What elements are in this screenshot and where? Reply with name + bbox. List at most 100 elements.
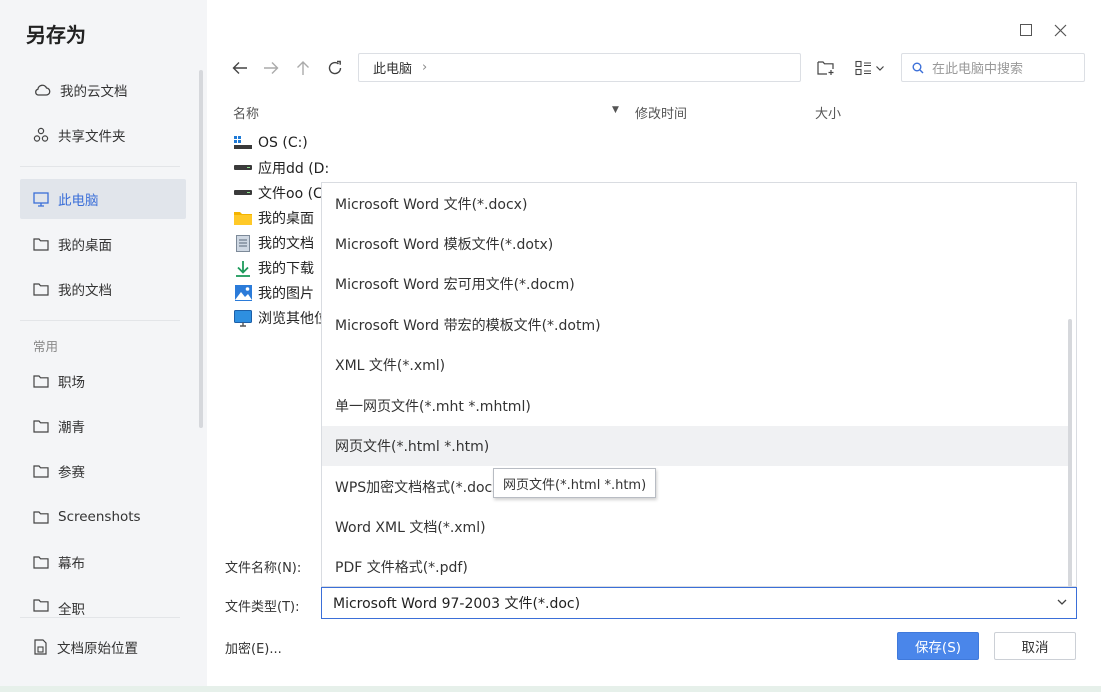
column-header-size[interactable]: 大小	[815, 103, 841, 122]
file-type-selected-value: Microsoft Word 97-2003 文件(*.doc)	[333, 596, 581, 612]
dialog-title: 另存为	[26, 23, 86, 47]
sidebar-item-label: 文档原始位置	[57, 641, 138, 657]
file-type-option-html[interactable]: 网页文件(*.html *.htm)	[322, 426, 1070, 466]
search-input[interactable]: 在此电脑中搜索	[932, 58, 1023, 77]
sidebar-item-cloud-docs[interactable]: 我的云文档	[20, 70, 186, 110]
search-icon	[912, 62, 924, 73]
file-row-downloads[interactable]: 我的下载	[234, 256, 329, 280]
sidebar-item-folder[interactable]: 全职	[20, 587, 186, 615]
file-type-option-docx[interactable]: Microsoft Word 文件(*.docx)	[322, 184, 1070, 224]
drive-icon	[234, 159, 252, 177]
sidebar-item-label: Screenshots	[58, 509, 141, 525]
folder-icon	[33, 511, 49, 524]
sidebar-item-folder[interactable]: 潮青	[20, 406, 186, 446]
file-type-option-dotm[interactable]: Microsoft Word 带宏的模板文件(*.dotm)	[322, 305, 1070, 345]
sidebar-item-label: 共享文件夹	[58, 129, 126, 145]
address-bar[interactable]: 此电脑 ›	[358, 53, 801, 82]
column-header-name[interactable]: 名称	[233, 103, 259, 122]
folder-icon	[33, 420, 49, 433]
file-row-drive-d[interactable]: 应用dd (D:)	[234, 156, 329, 180]
file-type-option-mht[interactable]: 单一网页文件(*.mht *.mhtml)	[322, 386, 1070, 426]
sidebar-item-folder[interactable]: 幕布	[20, 542, 186, 582]
new-folder-button[interactable]	[815, 56, 837, 80]
sort-arrow-icon[interactable]: ▼	[612, 105, 619, 115]
monitor-icon	[33, 191, 49, 207]
documents-icon	[234, 234, 252, 252]
sidebar-item-shared-folder[interactable]: 共享文件夹	[20, 115, 186, 155]
breadcrumb-this-pc[interactable]: 此电脑	[373, 58, 412, 77]
forward-button[interactable]	[259, 56, 283, 80]
divider	[20, 166, 180, 167]
column-header-modified[interactable]: 修改时间	[635, 103, 687, 122]
sidebar-item-my-desktop[interactable]: 我的桌面	[20, 224, 186, 264]
sidebar-item-this-pc[interactable]: 此电脑	[20, 179, 186, 219]
folder-icon	[33, 238, 49, 251]
cancel-button[interactable]: 取消	[994, 632, 1076, 660]
file-name: 文件oo (C	[258, 186, 323, 202]
file-row-os-c[interactable]: OS (C:)	[234, 131, 329, 155]
folder-icon	[33, 283, 49, 296]
file-type-option-docm[interactable]: Microsoft Word 宏可用文件(*.docm)	[322, 264, 1070, 304]
file-type-option-wps-encrypted[interactable]: WPS加密文档格式(*.docx)	[322, 467, 1070, 507]
computer-icon	[234, 309, 252, 327]
search-box[interactable]: 在此电脑中搜索	[901, 53, 1085, 82]
refresh-button[interactable]	[323, 56, 347, 80]
sidebar-item-label: 潮青	[58, 420, 85, 436]
sidebar-item-label: 幕布	[58, 556, 85, 572]
save-button[interactable]: 保存(S)	[897, 632, 979, 660]
maximize-button[interactable]	[1016, 20, 1036, 40]
folder-icon	[33, 375, 49, 388]
sidebar-item-label: 我的云文档	[60, 84, 128, 100]
filename-label: 文件名称(N):	[225, 561, 302, 576]
file-type-option-word-xml[interactable]: Word XML 文档(*.xml)	[322, 507, 1070, 547]
file-name: 浏览其他位	[258, 311, 328, 327]
sidebar-item-label: 我的文档	[58, 283, 112, 299]
file-type-select[interactable]: Microsoft Word 97-2003 文件(*.doc)	[321, 587, 1077, 619]
sidebar-item-folder[interactable]: 职场	[20, 361, 186, 401]
file-type-option-dotx[interactable]: Microsoft Word 模板文件(*.dotx)	[322, 224, 1070, 264]
file-type-option-xml[interactable]: XML 文件(*.xml)	[322, 345, 1070, 385]
sidebar-item-label: 全职	[58, 602, 85, 615]
sidebar-item-folder[interactable]: 参赛	[20, 451, 186, 491]
file-name: 我的下载	[258, 261, 314, 277]
encrypt-link[interactable]: 加密(E)...	[225, 638, 282, 657]
maximize-icon	[1020, 24, 1032, 36]
file-row-drive-e[interactable]: 文件oo (C	[234, 181, 329, 205]
drive-icon	[234, 184, 252, 202]
sidebar-group-label: 常用	[33, 339, 59, 354]
file-type-option-pdf[interactable]: PDF 文件格式(*.pdf)	[322, 547, 1070, 587]
up-button[interactable]	[291, 56, 315, 80]
arrow-right-icon	[264, 62, 279, 74]
file-name: 我的图片	[258, 286, 314, 302]
file-row-documents[interactable]: 我的文档	[234, 231, 329, 255]
share-icon	[33, 127, 49, 142]
list-view-icon	[855, 60, 871, 76]
back-button[interactable]	[228, 56, 252, 80]
file-row-pictures[interactable]: 我的图片	[234, 281, 329, 305]
sidebar-item-label: 此电脑	[58, 193, 99, 209]
sidebar-item-label: 参赛	[58, 465, 85, 481]
close-icon	[1054, 24, 1066, 36]
divider	[20, 320, 180, 321]
pictures-icon	[234, 284, 252, 302]
close-button[interactable]	[1050, 20, 1070, 40]
new-folder-icon	[817, 61, 834, 75]
refresh-icon	[328, 60, 342, 75]
chevron-down-icon	[1057, 599, 1067, 605]
sidebar-scrollbar[interactable]	[199, 70, 203, 428]
divider	[20, 617, 180, 618]
file-type-dropdown-list[interactable]: Microsoft Word 文件(*.docx) Microsoft Word…	[321, 182, 1077, 587]
file-name: 我的文档	[258, 236, 314, 252]
sidebar-item-label: 职场	[58, 375, 85, 391]
breadcrumb-chevron-icon[interactable]: ›	[422, 60, 427, 75]
windows-drive-icon	[234, 134, 252, 152]
arrow-up-icon	[297, 61, 309, 75]
folder-icon	[33, 556, 49, 569]
dropdown-scrollbar[interactable]	[1068, 319, 1072, 587]
view-mode-button[interactable]	[852, 56, 888, 80]
file-row-desktop[interactable]: 我的桌面	[234, 206, 329, 230]
sidebar-item-folder[interactable]: Screenshots	[20, 497, 186, 537]
file-row-browse-other[interactable]: 浏览其他位	[234, 306, 329, 330]
sidebar-item-my-documents[interactable]: 我的文档	[20, 269, 186, 309]
sidebar-item-doc-origin[interactable]: 文档原始位置	[20, 627, 186, 667]
